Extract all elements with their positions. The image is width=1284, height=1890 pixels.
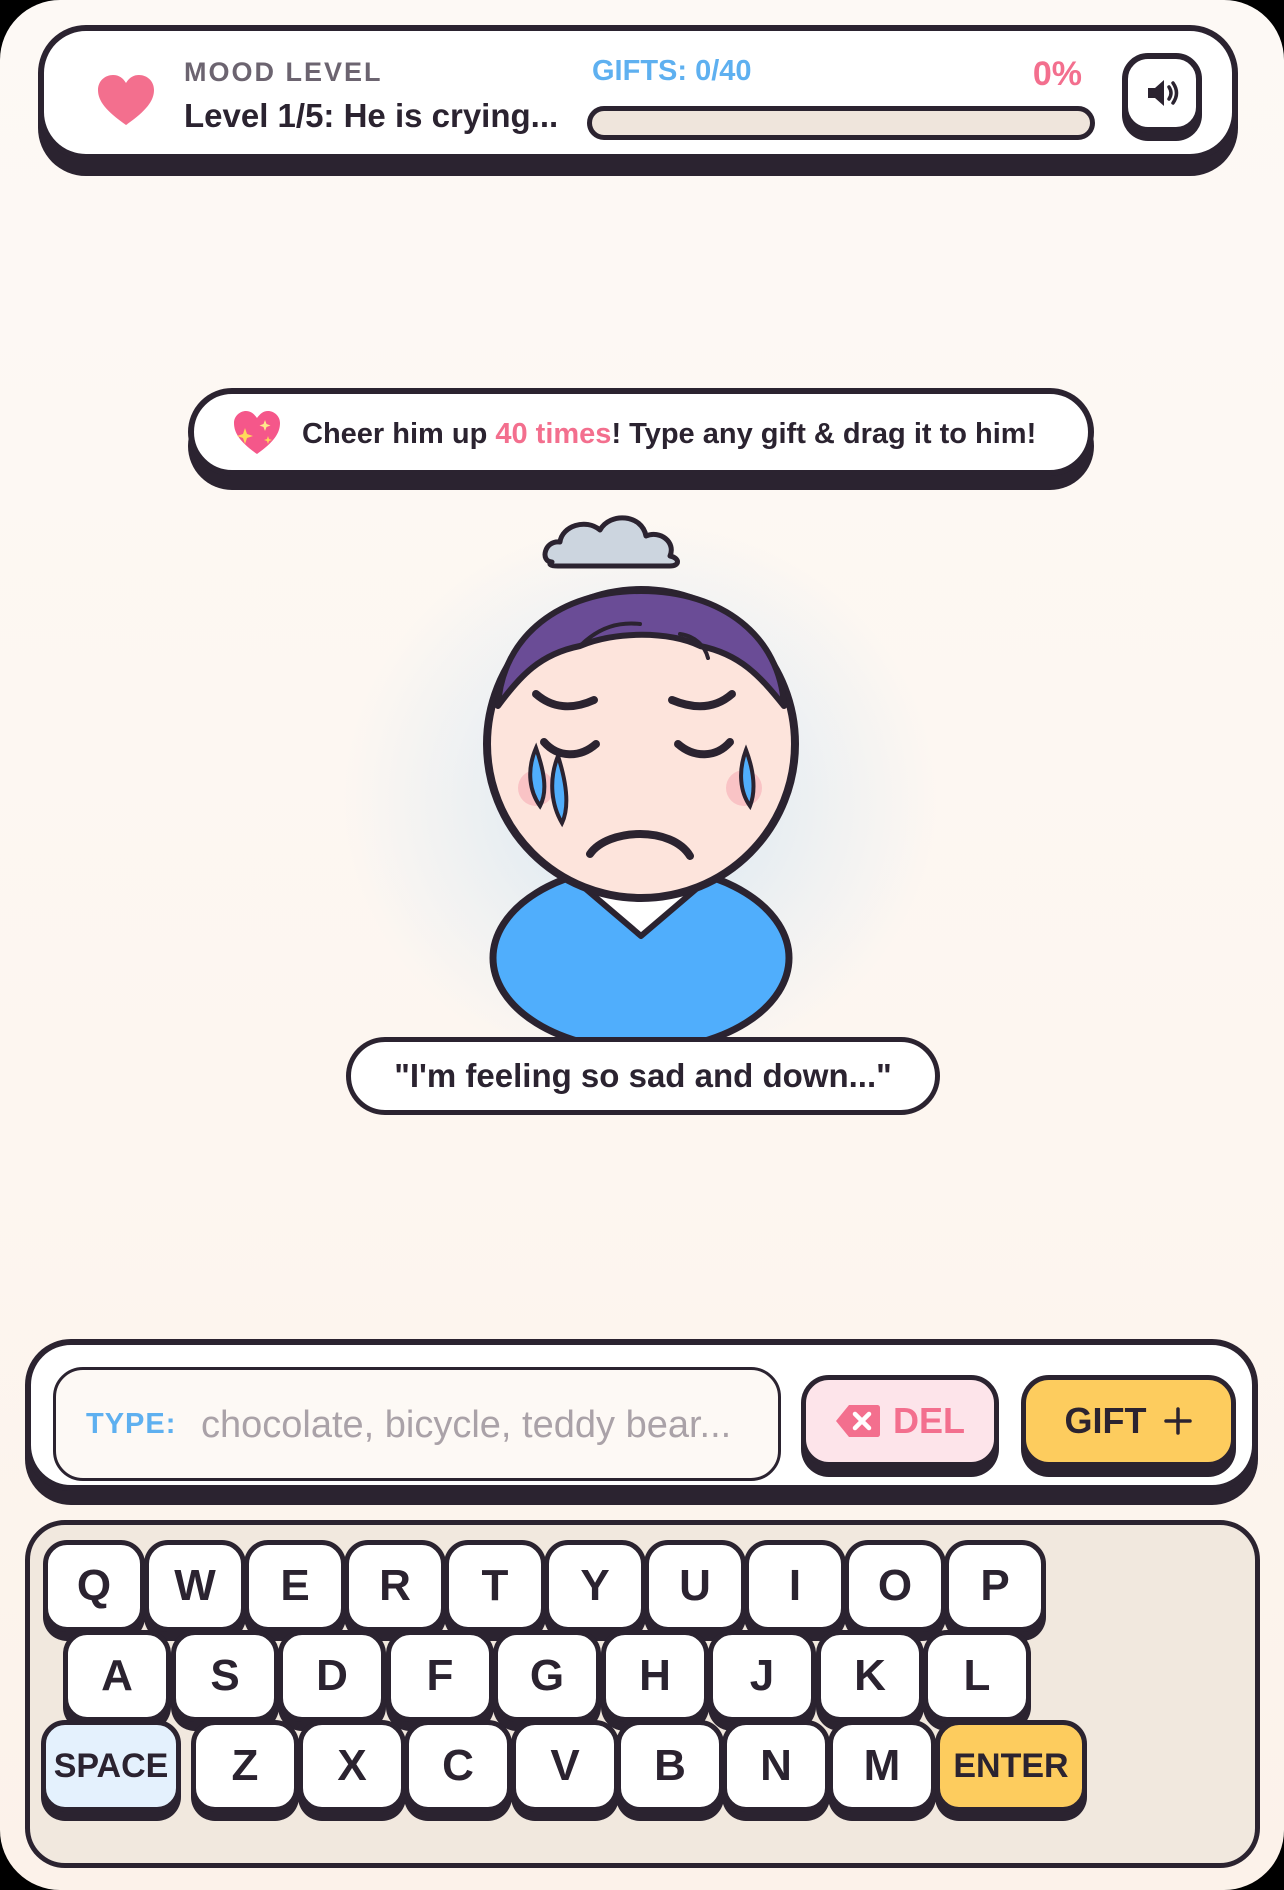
key-q[interactable]: Q bbox=[43, 1540, 145, 1632]
head bbox=[483, 586, 799, 902]
key-h[interactable]: H bbox=[601, 1630, 709, 1722]
gift-label: GIFT bbox=[1064, 1400, 1147, 1441]
on-screen-keyboard: Q W E R T Y U I O P A S D F G H J K L SPACE Z X C V B N M ENTER bbox=[25, 1520, 1260, 1868]
key-e[interactable]: E bbox=[244, 1540, 346, 1632]
key-r[interactable]: R bbox=[344, 1540, 446, 1632]
key-n[interactable]: N bbox=[722, 1720, 830, 1812]
instruction-text: Cheer him up 40 times! Type any gift & d… bbox=[302, 418, 1036, 451]
type-label: TYPE: bbox=[86, 1408, 177, 1440]
character-speech-bubble: "I'm feeling so sad and down..." bbox=[346, 1037, 940, 1115]
key-s[interactable]: S bbox=[171, 1630, 279, 1722]
key-v[interactable]: V bbox=[511, 1720, 619, 1812]
key-enter[interactable]: ENTER bbox=[935, 1720, 1087, 1812]
progress-percent: 0% bbox=[1032, 55, 1082, 93]
key-g[interactable]: G bbox=[493, 1630, 601, 1722]
instruction-highlight: 40 times bbox=[495, 418, 612, 450]
delete-button[interactable]: DEL bbox=[801, 1375, 999, 1467]
key-x[interactable]: X bbox=[298, 1720, 406, 1812]
key-j[interactable]: J bbox=[708, 1630, 816, 1722]
key-t[interactable]: T bbox=[444, 1540, 546, 1632]
instruction-prefix: Cheer him up bbox=[302, 418, 496, 450]
key-d[interactable]: D bbox=[278, 1630, 386, 1722]
sound-toggle-button[interactable] bbox=[1122, 53, 1202, 133]
key-z[interactable]: Z bbox=[191, 1720, 299, 1812]
key-u[interactable]: U bbox=[644, 1540, 746, 1632]
plus-icon bbox=[1164, 1407, 1193, 1435]
key-space[interactable]: SPACE bbox=[41, 1720, 181, 1812]
level-text: Level 1/5: He is crying... bbox=[184, 97, 559, 134]
key-f[interactable]: F bbox=[386, 1630, 494, 1722]
delete-label: DEL bbox=[893, 1400, 965, 1441]
sparkling-heart-icon bbox=[234, 411, 280, 454]
key-p[interactable]: P bbox=[944, 1540, 1046, 1632]
heart-icon bbox=[98, 75, 154, 125]
gifts-counter: GIFTS: 0/40 bbox=[592, 55, 752, 87]
gift-button[interactable]: GIFT bbox=[1021, 1375, 1236, 1467]
gift-text-input[interactable] bbox=[199, 1396, 763, 1454]
key-a[interactable]: A bbox=[63, 1630, 171, 1722]
key-w[interactable]: W bbox=[144, 1540, 246, 1632]
key-k[interactable]: K bbox=[816, 1630, 924, 1722]
key-b[interactable]: B bbox=[616, 1720, 724, 1812]
speaker-icon bbox=[1148, 80, 1179, 106]
key-c[interactable]: C bbox=[404, 1720, 512, 1812]
mood-hud: MOOD LEVEL Level 1/5: He is crying... GI… bbox=[38, 25, 1238, 160]
sad-boy-character[interactable] bbox=[440, 486, 850, 1046]
backspace-icon bbox=[836, 1405, 880, 1437]
key-l[interactable]: L bbox=[923, 1630, 1031, 1722]
instruction-banner: Cheer him up 40 times! Type any gift & d… bbox=[188, 388, 1094, 476]
key-m[interactable]: M bbox=[828, 1720, 936, 1812]
key-o[interactable]: O bbox=[844, 1540, 946, 1632]
instruction-suffix: ! Type any gift & drag it to him! bbox=[611, 418, 1037, 450]
gift-type-field[interactable]: TYPE: bbox=[53, 1367, 781, 1481]
progress-bar bbox=[587, 106, 1095, 140]
game-screen: MOOD LEVEL Level 1/5: He is crying... GI… bbox=[0, 0, 1284, 1890]
gift-input-panel: TYPE: DEL GIFT bbox=[25, 1339, 1258, 1491]
mood-label: MOOD LEVEL bbox=[184, 57, 383, 87]
rain-cloud-icon bbox=[542, 515, 680, 569]
key-i[interactable]: I bbox=[744, 1540, 846, 1632]
key-y[interactable]: Y bbox=[544, 1540, 646, 1632]
